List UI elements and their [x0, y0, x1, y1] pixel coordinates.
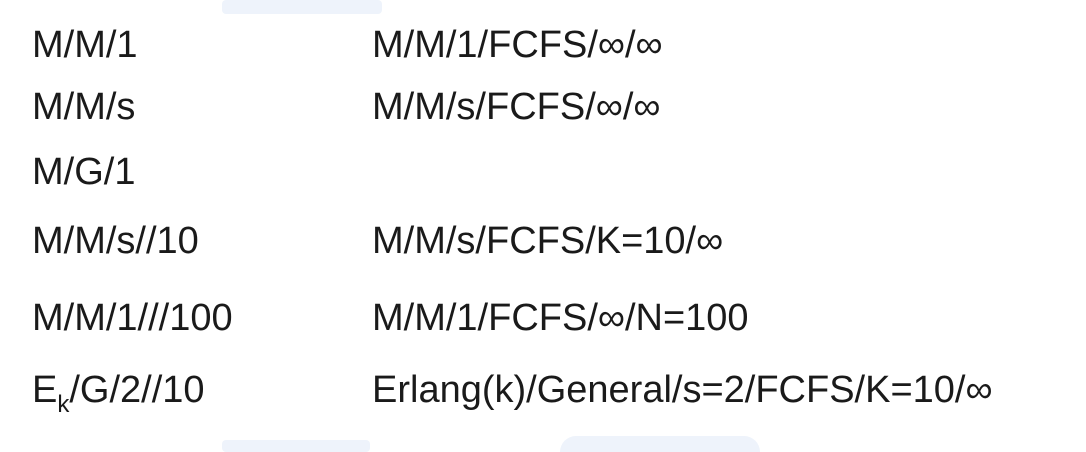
notation-row: M/M/1///100 M/M/1/FCFS/∞/N=100 [32, 290, 1072, 346]
kendall-short-notation: M/G/1 [32, 151, 136, 193]
notation-row: M/M/s M/M/s/FCFS/∞/∞ [32, 79, 1072, 135]
page: M/M/1 M/M/1/FCFS/∞/∞ M/M/s M/M/s/FCFS/∞/… [0, 0, 1086, 452]
notation-row: M/M/1 M/M/1/FCFS/∞/∞ [32, 17, 1072, 73]
background-watermark [222, 0, 382, 14]
kendall-full-notation: M/M/s/FCFS/∞/∞ [372, 86, 661, 128]
kendall-full-notation: M/M/1/FCFS/∞/∞ [372, 24, 663, 66]
notation-rest: /G/2//10 [69, 369, 205, 411]
notation-subscript: k [57, 391, 70, 418]
kendall-full-notation: M/M/1/FCFS/∞/N=100 [372, 297, 749, 339]
notation-row: M/G/1 [32, 144, 1072, 200]
notation-row: M/M/s//10 M/M/s/FCFS/K=10/∞ [32, 213, 1072, 269]
kendall-short-notation: M/M/s [32, 86, 136, 128]
background-watermark [560, 436, 760, 452]
kendall-short-notation: M/M/s//10 [32, 220, 199, 262]
notation-row: Ek/G/2//10 Erlang(k)/General/s=2/FCFS/K=… [32, 362, 1072, 418]
kendall-short-notation: Ek/G/2//10 [32, 362, 205, 418]
kendall-full-notation: M/M/s/FCFS/K=10/∞ [372, 220, 724, 262]
notation-base: E [32, 369, 58, 411]
kendall-short-notation: M/M/1 [32, 24, 138, 66]
kendall-full-notation: Erlang(k)/General/s=2/FCFS/K=10/∞ [372, 369, 993, 411]
background-watermark [222, 440, 370, 452]
kendall-short-notation: M/M/1///100 [32, 297, 233, 339]
